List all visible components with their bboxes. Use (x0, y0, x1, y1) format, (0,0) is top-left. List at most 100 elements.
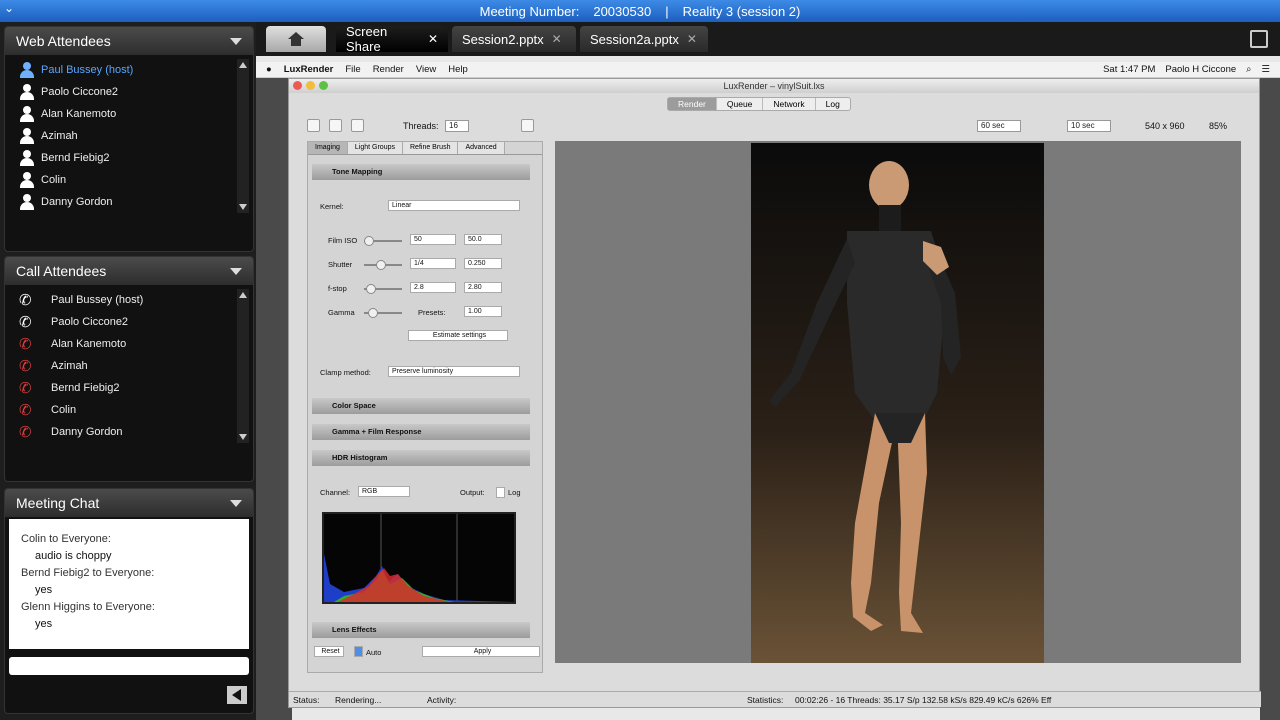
channel-select[interactable]: RGB (358, 486, 410, 497)
scroll-up-icon[interactable] (239, 292, 247, 298)
call-attendee-row[interactable]: ✆ Paul Bussey (host) (5, 289, 253, 311)
chevron-down-icon[interactable]: ⌄ (4, 1, 14, 15)
chevron-down-icon[interactable] (230, 267, 242, 275)
histogram-graph (324, 514, 514, 602)
lens-effects-header[interactable]: Lens Effects (312, 622, 530, 638)
call-attendees-scrollbar[interactable] (237, 289, 249, 443)
call-attendee-row[interactable]: ✆ Paolo Ciccone2 (5, 311, 253, 333)
meeting-chat-header[interactable]: Meeting Chat (5, 489, 253, 517)
left-sidebar: Web Attendees Paul Bussey (host) Paolo C… (0, 22, 256, 720)
menu-view[interactable]: View (416, 64, 436, 75)
attendee-name: Bernd Fiebig2 (41, 152, 110, 164)
scroll-down-icon[interactable] (239, 204, 247, 210)
web-attendee-row[interactable]: Azimah (5, 125, 253, 147)
tab-queue[interactable]: Queue (717, 98, 764, 110)
close-icon[interactable]: ✕ (428, 32, 438, 46)
screen-share-view: ● LuxRender File Render View Help Sat 1:… (256, 56, 1280, 720)
web-attendee-row[interactable]: Danny Gordon (5, 191, 253, 213)
scroll-up-icon[interactable] (239, 62, 247, 68)
user-name: Paolo H Ciccone (1165, 64, 1237, 75)
play-icon[interactable] (307, 119, 320, 132)
shutter-slider[interactable] (364, 260, 402, 270)
home-tab[interactable] (266, 26, 326, 52)
film-iso-field[interactable]: 50 (410, 234, 456, 245)
film-iso-value[interactable]: 50.0 (464, 234, 502, 245)
tab-log[interactable]: Log (816, 98, 850, 110)
tab-screen-share[interactable]: Screen Share ✕ (336, 24, 448, 54)
shutter-field[interactable]: 1/4 (410, 258, 456, 269)
chevron-down-icon[interactable] (230, 499, 242, 507)
shutter-label: Shutter (328, 260, 353, 269)
hdr-histogram-header[interactable]: HDR Histogram (312, 450, 530, 466)
call-attendee-row[interactable]: ✆ Azimah (5, 355, 253, 377)
estimate-settings-button[interactable]: Estimate settings (408, 330, 508, 341)
tab-render[interactable]: Render (668, 98, 717, 110)
minimize-window-icon[interactable] (306, 81, 315, 90)
apply-button[interactable]: Apply (422, 646, 540, 657)
shutter-value[interactable]: 0.250 (464, 258, 502, 269)
list-icon[interactable]: ☰ (1261, 64, 1270, 75)
call-attendee-row[interactable]: ✆ Danny Gordon (5, 421, 253, 443)
tab-session2[interactable]: Session2.pptx ✕ (452, 26, 576, 52)
menu-render[interactable]: Render (373, 64, 404, 75)
film-iso-slider[interactable] (364, 236, 402, 246)
call-attendee-row[interactable]: ✆ Alan Kanemoto (5, 333, 253, 355)
reset-button[interactable]: Reset (314, 646, 344, 657)
apple-icon[interactable]: ● (266, 64, 272, 75)
tab-light-groups[interactable]: Light Groups (347, 142, 403, 154)
tab-network[interactable]: Network (763, 98, 816, 110)
fstop-slider[interactable] (364, 284, 402, 294)
web-attendees-header[interactable]: Web Attendees (5, 27, 253, 55)
web-attendees-scrollbar[interactable] (237, 59, 249, 213)
attendee-name: Azimah (51, 360, 88, 372)
copy-icon[interactable] (521, 119, 534, 132)
threads-field[interactable]: 16 (445, 120, 469, 132)
web-attendee-row[interactable]: Paolo Ciccone2 (5, 81, 253, 103)
web-attendee-row[interactable]: Colin (5, 169, 253, 191)
tone-mapping-header[interactable]: Tone Mapping (312, 164, 530, 180)
refresh-time-field[interactable]: 10 sec (1067, 120, 1111, 132)
meeting-bar: ⌄ Meeting Number: 20030530 | Reality 3 (… (0, 0, 1280, 22)
spotlight-icon[interactable]: ⌕ (1246, 64, 1251, 75)
render-viewport[interactable] (555, 141, 1241, 663)
tab-session2a[interactable]: Session2a.pptx ✕ (580, 26, 708, 52)
pause-icon[interactable] (329, 119, 342, 132)
stop-icon[interactable] (351, 119, 364, 132)
fstop-field[interactable]: 2.8 (410, 282, 456, 293)
chat-input[interactable] (9, 657, 249, 675)
kernel-select[interactable]: Linear (388, 200, 520, 211)
menu-app-name[interactable]: LuxRender (284, 64, 334, 75)
web-attendee-row[interactable]: Paul Bussey (host) (5, 59, 253, 81)
web-attendees-panel: Web Attendees Paul Bussey (host) Paolo C… (4, 26, 254, 252)
fullscreen-icon[interactable] (1250, 30, 1268, 48)
gamma-value[interactable]: 1.00 (464, 306, 502, 317)
menu-help[interactable]: Help (448, 64, 468, 75)
scroll-down-icon[interactable] (239, 434, 247, 440)
gamma-film-header[interactable]: Gamma + Film Response (312, 424, 530, 440)
tab-advanced[interactable]: Advanced (458, 142, 505, 154)
zoom-window-icon[interactable] (319, 81, 328, 90)
call-attendees-header[interactable]: Call Attendees (5, 257, 253, 285)
call-attendee-row[interactable]: ✆ Colin (5, 399, 253, 421)
tab-refine-brush[interactable]: Refine Brush (403, 142, 459, 154)
chevron-down-icon[interactable] (230, 37, 242, 45)
clamp-method-select[interactable]: Preserve luminosity (388, 366, 520, 377)
chat-sender: Bernd Fiebig2 to Everyone: (21, 567, 155, 579)
auto-checkbox[interactable] (354, 646, 363, 657)
gamma-slider[interactable] (364, 308, 402, 318)
web-attendee-row[interactable]: Alan Kanemoto (5, 103, 253, 125)
close-window-icon[interactable] (293, 81, 302, 90)
halt-time-field[interactable]: 60 sec (977, 120, 1021, 132)
log-checkbox[interactable] (496, 487, 505, 498)
menu-file[interactable]: File (345, 64, 360, 75)
call-attendee-row[interactable]: ✆ Bernd Fiebig2 (5, 377, 253, 399)
web-attendee-row[interactable]: Bernd Fiebig2 (5, 147, 253, 169)
tab-imaging[interactable]: Imaging (308, 142, 348, 154)
user-icon (19, 128, 35, 144)
color-space-header[interactable]: Color Space (312, 398, 530, 414)
close-icon[interactable]: ✕ (552, 32, 562, 46)
send-button[interactable] (227, 686, 247, 704)
fstop-value[interactable]: 2.80 (464, 282, 502, 293)
attendee-name: Azimah (41, 130, 78, 142)
close-icon[interactable]: ✕ (687, 32, 697, 46)
